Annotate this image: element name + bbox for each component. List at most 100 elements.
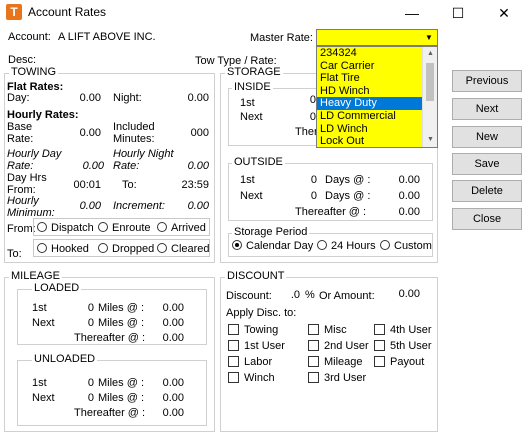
radio-to-cleared[interactable]: Cleared	[157, 243, 210, 255]
outside-thereafter-rate-field[interactable]: 0.00	[380, 206, 420, 218]
master-rate-dropdown-list[interactable]: 234324 Car Carrier Flat Tire HD Winch He…	[316, 46, 438, 148]
checkbox-icon[interactable]	[308, 340, 319, 351]
dropdown-option[interactable]: Car Carrier	[317, 60, 423, 73]
hourly-night-rate-field[interactable]: 0.00	[165, 160, 209, 172]
scroll-down-icon[interactable]: ▼	[423, 133, 437, 147]
loaded-first-rate-field[interactable]: 0.00	[144, 302, 184, 314]
dropdown-option[interactable]: HD Winch	[317, 85, 423, 98]
radio-from-dispatch[interactable]: Dispatch	[37, 222, 94, 234]
dropdown-option[interactable]: LD Commercial	[317, 110, 423, 123]
outside-next-days-field[interactable]: 0	[300, 190, 317, 202]
radio-icon[interactable]	[157, 243, 167, 253]
scrollbar-thumb[interactable]	[426, 63, 434, 101]
checkbox-label: 2nd User	[324, 340, 369, 352]
loaded-next-rate-field[interactable]: 0.00	[144, 317, 184, 329]
checkbox-winch[interactable]: Winch	[228, 372, 275, 384]
base-rate-field[interactable]: 0.00	[60, 127, 101, 139]
checkbox-towing[interactable]: Towing	[228, 324, 278, 336]
maximize-button[interactable]: ☐	[435, 0, 481, 26]
delete-button[interactable]: Delete	[452, 180, 522, 202]
radio-selected-icon[interactable]	[232, 240, 242, 250]
checkbox-icon[interactable]	[228, 372, 239, 383]
radio-from-enroute[interactable]: Enroute	[98, 222, 151, 234]
radio-icon[interactable]	[317, 240, 327, 250]
outside-first-rate-field[interactable]: 0.00	[380, 174, 420, 186]
radio-period-custom[interactable]: Custom	[380, 240, 432, 252]
radio-period-calendar-day[interactable]: Calendar Day	[232, 240, 313, 252]
hourly-day-rate-label: Rate:	[7, 160, 34, 172]
day-rate-field[interactable]: 0.00	[60, 92, 101, 104]
checkbox-label: Towing	[244, 324, 279, 336]
chevron-down-icon[interactable]: ▼	[421, 30, 437, 45]
dropdown-option[interactable]: 234324	[317, 47, 423, 60]
checkbox-icon[interactable]	[228, 340, 239, 351]
radio-icon[interactable]	[37, 222, 47, 232]
hourly-minimum-field[interactable]: 0.00	[60, 200, 101, 212]
new-button[interactable]: New	[452, 126, 522, 148]
checkbox-icon[interactable]	[308, 324, 319, 335]
radio-to-dropped[interactable]: Dropped	[98, 243, 154, 255]
outside-first-days-field[interactable]: 0	[300, 174, 317, 186]
inside-next-days-field[interactable]: 0	[300, 111, 316, 123]
checkbox-icon[interactable]	[374, 340, 385, 351]
checkbox-icon[interactable]	[308, 372, 319, 383]
master-rate-select[interactable]: ▼	[316, 29, 438, 46]
outside-next-rate-field[interactable]: 0.00	[380, 190, 420, 202]
included-minutes-field[interactable]: 000	[168, 127, 209, 139]
checkbox-2nd-user[interactable]: 2nd User	[308, 340, 369, 352]
next-button[interactable]: Next	[452, 98, 522, 120]
dropdown-option[interactable]: Lock Out	[317, 135, 423, 147]
close-window-button[interactable]: ✕	[481, 0, 527, 26]
radio-icon[interactable]	[37, 243, 47, 253]
radio-period-24-hours[interactable]: 24 Hours	[317, 240, 376, 252]
unloaded-thereafter-rate-field[interactable]: 0.00	[144, 407, 184, 419]
radio-icon[interactable]	[380, 240, 390, 250]
loaded-first-miles-field[interactable]: 0	[80, 302, 94, 314]
unloaded-first-rate-field[interactable]: 0.00	[144, 377, 184, 389]
checkbox-icon[interactable]	[228, 324, 239, 335]
checkbox-3rd-user[interactable]: 3rd User	[308, 372, 366, 384]
inside-first-days-field[interactable]: 0	[300, 94, 316, 106]
checkbox-icon[interactable]	[374, 324, 385, 335]
towing-title: TOWING	[9, 66, 59, 78]
checkbox-icon[interactable]	[228, 356, 239, 367]
discount-amount-field[interactable]: 0.00	[380, 288, 420, 300]
increment-field[interactable]: 0.00	[168, 200, 209, 212]
previous-button[interactable]: Previous	[452, 70, 522, 92]
dropdown-option-highlighted[interactable]: Heavy Duty	[317, 97, 423, 110]
day-hrs-label: Day Hrs	[7, 172, 47, 184]
night-rate-field[interactable]: 0.00	[168, 92, 209, 104]
checkbox-misc[interactable]: Misc	[308, 324, 347, 336]
radio-from-arrived[interactable]: Arrived	[157, 222, 206, 234]
close-button[interactable]: Close	[452, 208, 522, 230]
hourly-day-rate-field[interactable]: 0.00	[60, 160, 104, 172]
radio-icon[interactable]	[157, 222, 167, 232]
scroll-up-icon[interactable]: ▲	[423, 47, 437, 61]
minimize-button[interactable]: —	[389, 0, 435, 26]
window-title: Account Rates	[28, 5, 107, 19]
checkbox-mileage[interactable]: Mileage	[308, 356, 363, 368]
save-button[interactable]: Save	[452, 153, 522, 175]
loaded-next-miles-field[interactable]: 0	[80, 317, 94, 329]
dropdown-option[interactable]: LD Winch	[317, 123, 423, 136]
to-time-field[interactable]: 23:59	[168, 179, 209, 191]
checkbox-icon[interactable]	[374, 356, 385, 367]
loaded-thereafter-rate-field[interactable]: 0.00	[144, 332, 184, 344]
unloaded-next-miles-field[interactable]: 0	[80, 392, 94, 404]
checkbox-labor[interactable]: Labor	[228, 356, 272, 368]
radio-to-hooked[interactable]: Hooked	[37, 243, 89, 255]
discount-percent-field[interactable]: .0	[280, 289, 300, 301]
dropdown-option[interactable]: Flat Tire	[317, 72, 423, 85]
from-time-field[interactable]: 00:01	[60, 179, 101, 191]
storage-period-title: Storage Period	[232, 226, 310, 238]
dropdown-scrollbar[interactable]: ▲ ▼	[422, 47, 437, 147]
unloaded-next-rate-field[interactable]: 0.00	[144, 392, 184, 404]
radio-icon[interactable]	[98, 243, 108, 253]
checkbox-icon[interactable]	[308, 356, 319, 367]
checkbox-payout[interactable]: Payout	[374, 356, 424, 368]
radio-icon[interactable]	[98, 222, 108, 232]
checkbox-1st-user[interactable]: 1st User	[228, 340, 285, 352]
checkbox-4th-user[interactable]: 4th User	[374, 324, 432, 336]
checkbox-5th-user[interactable]: 5th User	[374, 340, 432, 352]
unloaded-first-miles-field[interactable]: 0	[80, 377, 94, 389]
